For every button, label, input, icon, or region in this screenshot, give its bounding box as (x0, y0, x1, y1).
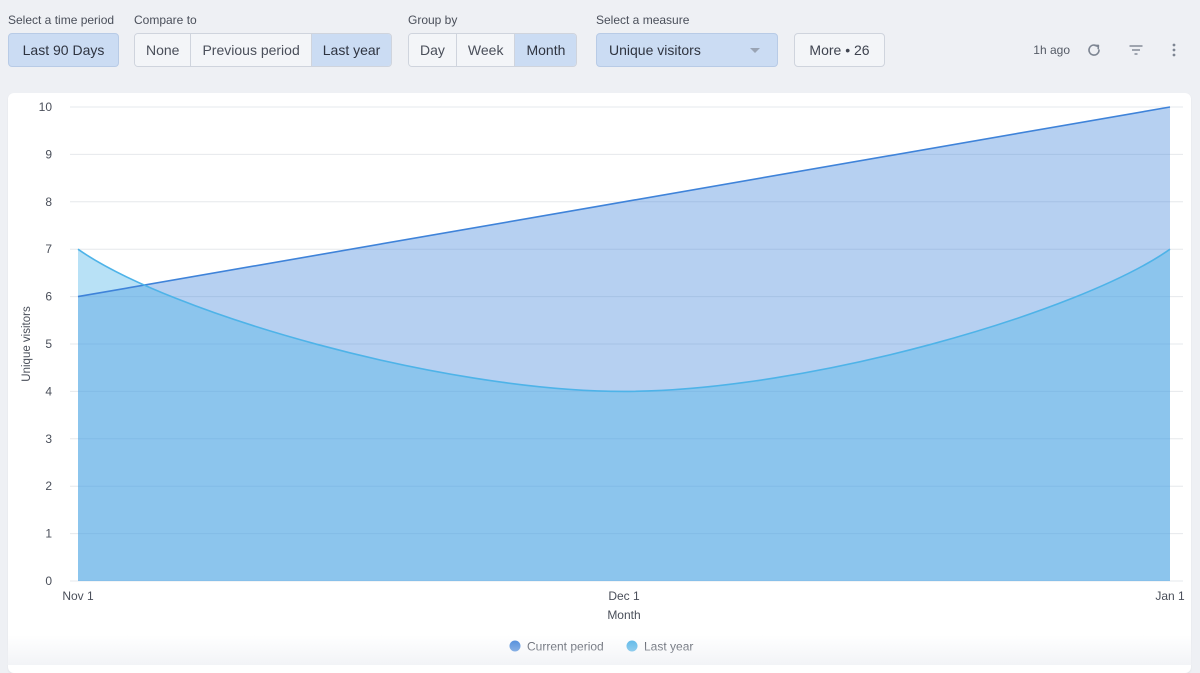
group-by-day-option[interactable]: Day (409, 34, 457, 66)
legend-label: Current period (527, 640, 604, 654)
time-period-group: Select a time period Last 90 Days (8, 12, 119, 67)
group-by-label: Group by (408, 13, 458, 27)
measure-select[interactable]: Unique visitors (596, 33, 778, 67)
compare-last-year-option[interactable]: Last year (311, 34, 392, 66)
y-tick-label: 3 (45, 432, 52, 446)
y-tick-label: 2 (45, 479, 52, 493)
compare-to-segmented-control: None Previous period Last year (134, 33, 393, 67)
right-tools: 1h ago (1033, 38, 1186, 62)
legend: Current period Last year (509, 640, 693, 654)
time-period-label: Select a time period (8, 13, 115, 27)
more-vertical-icon[interactable] (1162, 38, 1186, 62)
group-by-month-option[interactable]: Month (515, 34, 577, 66)
x-axis-ticks: Nov 1 Dec 1 Jan 1 (62, 589, 1185, 603)
legend-swatch (626, 640, 638, 652)
area-chart: 0 1 2 3 4 5 6 7 8 9 10 Nov 1 Dec 1 Jan 1 Unique visi… (21, 100, 1185, 654)
y-tick-label: 5 (45, 337, 52, 351)
x-axis-label: Month (607, 608, 640, 622)
more-group: More • 26 (794, 33, 885, 67)
y-tick-label: 7 (45, 242, 52, 256)
toolbar: Select a time period Last 90 Days Compar… (0, 0, 1200, 90)
y-axis-ticks: 0 1 2 3 4 5 6 7 8 9 10 (39, 100, 53, 588)
series-areas (78, 107, 1170, 581)
compare-none-option[interactable]: None (135, 34, 192, 66)
y-tick-label: 0 (45, 574, 52, 588)
x-tick-label: Jan 1 (1155, 589, 1185, 603)
measure-select-value: Unique visitors (609, 42, 701, 58)
y-tick-label: 9 (45, 147, 52, 161)
y-tick-label: 10 (39, 100, 53, 114)
filter-icon[interactable] (1124, 38, 1148, 62)
y-tick-label: 8 (45, 195, 52, 209)
more-button[interactable]: More • 26 (794, 33, 885, 67)
y-tick-label: 6 (45, 290, 52, 304)
compare-previous-period-option[interactable]: Previous period (191, 34, 312, 66)
measure-group: Select a measure Unique visitors (596, 12, 778, 67)
compare-to-label: Compare to (134, 13, 197, 27)
y-axis-label: Unique visitors (21, 306, 33, 382)
compare-to-group: Compare to None Previous period Last yea… (134, 12, 393, 67)
y-tick-label: 4 (45, 384, 52, 398)
legend-swatch (509, 640, 521, 652)
chevron-down-icon (750, 48, 760, 53)
refresh-icon[interactable] (1082, 38, 1106, 62)
group-by-segmented-control: Day Week Month (408, 33, 578, 67)
time-period-button[interactable]: Last 90 Days (8, 33, 119, 67)
chart-card: 0 1 2 3 4 5 6 7 8 9 10 Nov 1 Dec 1 Jan 1 Unique visi… (8, 93, 1191, 673)
last-updated-text: 1h ago (1033, 43, 1070, 57)
x-tick-label: Nov 1 (62, 589, 94, 603)
legend-label: Last year (644, 640, 693, 654)
y-tick-label: 1 (45, 527, 52, 541)
measure-label: Select a measure (596, 13, 690, 27)
group-by-group: Group by Day Week Month (408, 12, 578, 67)
x-tick-label: Dec 1 (608, 589, 640, 603)
group-by-week-option[interactable]: Week (456, 34, 516, 66)
